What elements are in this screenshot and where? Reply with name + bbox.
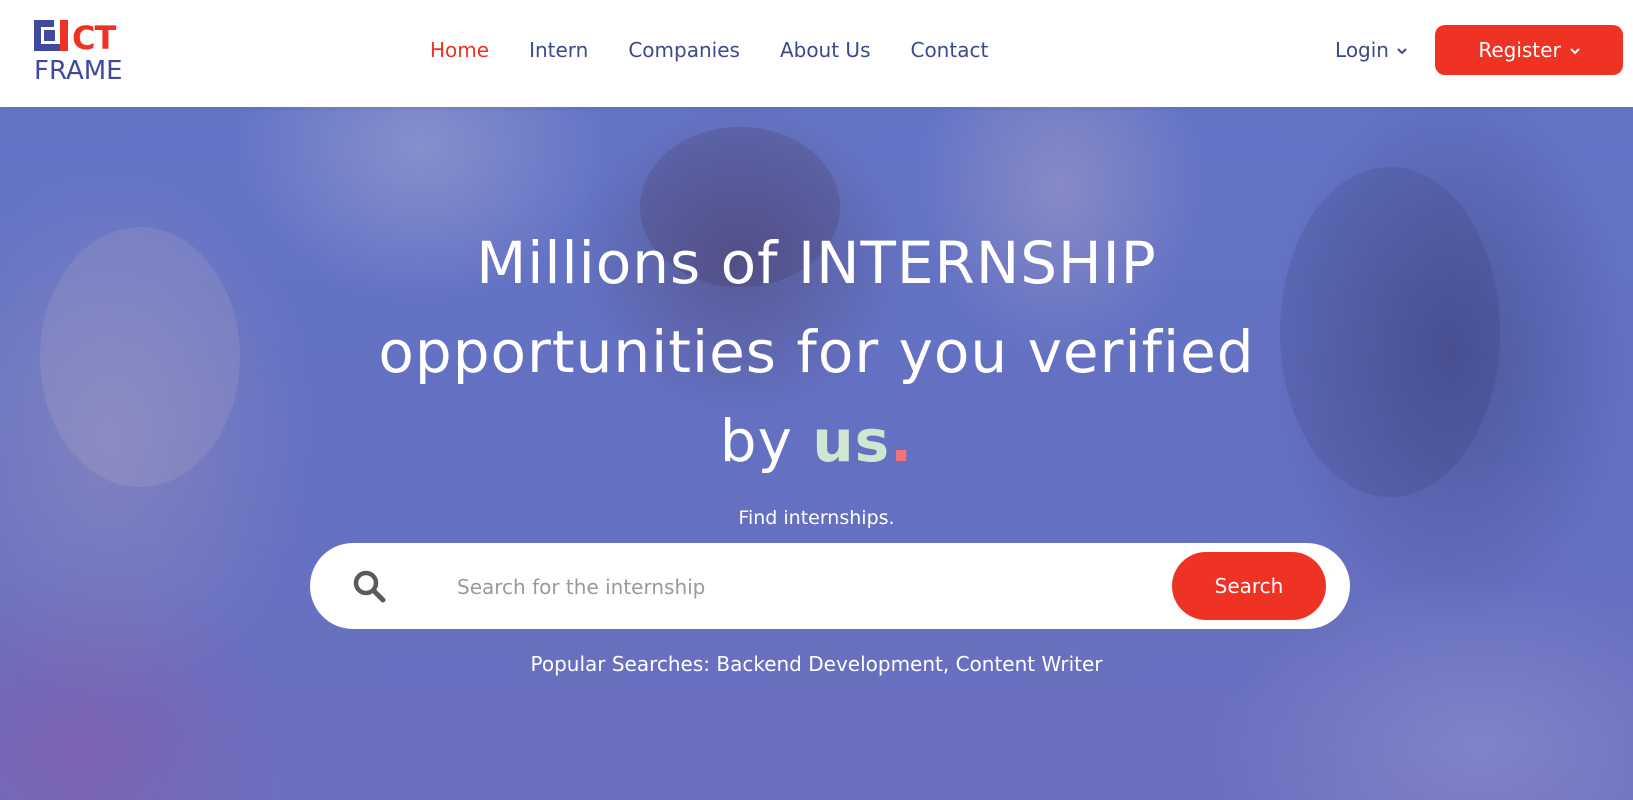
hero-section: Millions of INTERNSHIP opportunities for… bbox=[0, 107, 1633, 800]
internship-search-bar: Search bbox=[310, 543, 1350, 629]
nav-companies-link[interactable]: Companies bbox=[628, 38, 740, 62]
search-input[interactable] bbox=[455, 563, 1259, 611]
hero-headline: Millions of INTERNSHIP opportunities for… bbox=[0, 219, 1633, 486]
headline-line-2: opportunities for you verified bbox=[378, 318, 1255, 386]
headline-line-1: Millions of INTERNSHIP bbox=[476, 229, 1157, 297]
popular-searches: Popular Searches: Backend Development, C… bbox=[530, 652, 1103, 676]
chevron-down-icon bbox=[1397, 45, 1407, 58]
nav-actions: Login Register bbox=[1335, 0, 1633, 100]
login-dropdown[interactable]: Login bbox=[1335, 38, 1407, 62]
top-navbar: CT FRAME Home Intern Companies About Us … bbox=[0, 0, 1633, 107]
hero-content: Millions of INTERNSHIP opportunities for… bbox=[0, 107, 1633, 800]
main-nav: Home Intern Companies About Us Contact bbox=[430, 0, 1028, 100]
headline-dot: . bbox=[890, 407, 914, 475]
nav-home-link[interactable]: Home bbox=[430, 38, 489, 62]
login-label: Login bbox=[1335, 38, 1389, 62]
register-button[interactable]: Register bbox=[1435, 25, 1623, 75]
nav-about-us-link[interactable]: About Us bbox=[780, 38, 871, 62]
nav-intern-link[interactable]: Intern bbox=[529, 38, 588, 62]
logo-text-frame: FRAME bbox=[34, 56, 123, 86]
hero-subheading: Find internships. bbox=[738, 507, 895, 529]
headline-highlight-us: us bbox=[812, 407, 891, 475]
logo-text-ct: CT bbox=[72, 19, 116, 57]
chevron-down-icon bbox=[1569, 45, 1580, 58]
ict-logo-mark-icon bbox=[34, 20, 68, 51]
register-label: Register bbox=[1478, 38, 1561, 62]
search-button[interactable]: Search bbox=[1172, 552, 1326, 620]
nav-contact-link[interactable]: Contact bbox=[910, 38, 988, 62]
site-logo[interactable]: CT FRAME bbox=[34, 18, 134, 86]
search-icon bbox=[352, 569, 388, 610]
headline-line-3-prefix: by bbox=[719, 407, 813, 475]
